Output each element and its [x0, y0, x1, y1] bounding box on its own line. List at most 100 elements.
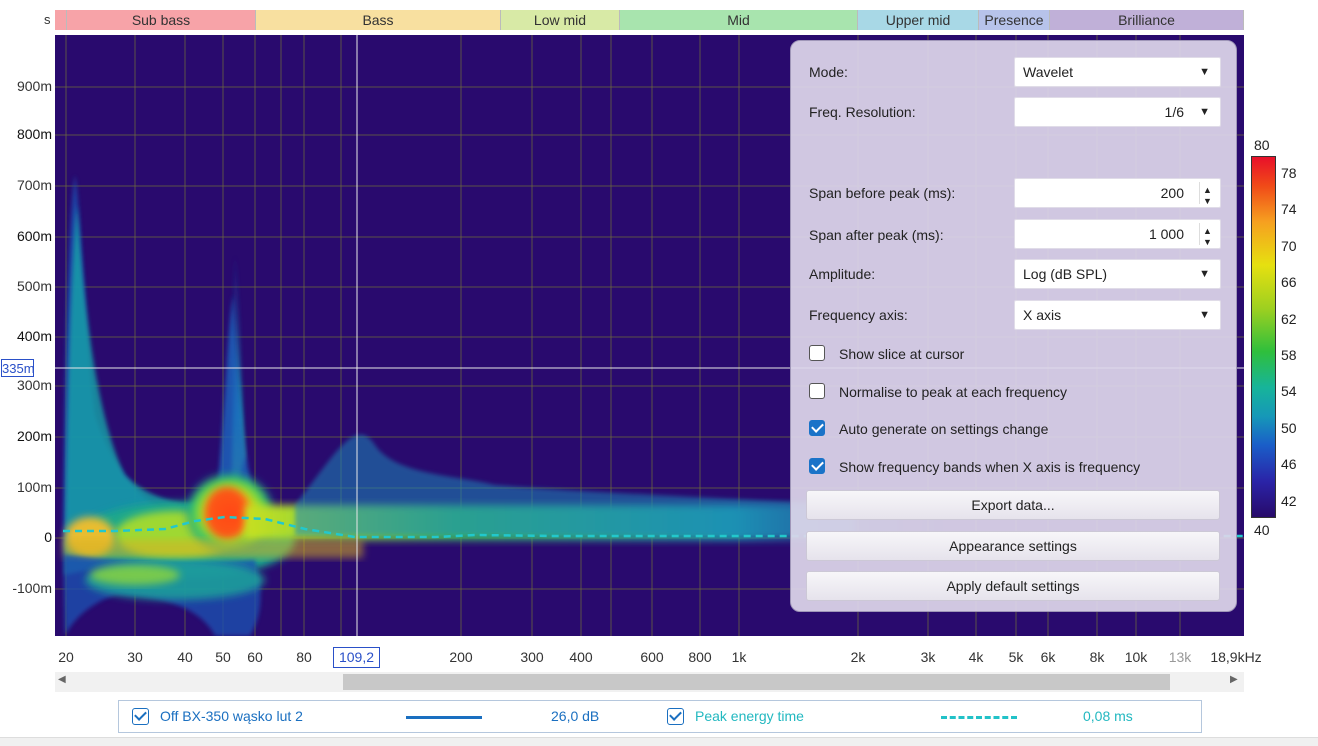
colorbar-tick: 54 [1281, 383, 1297, 400]
span-after-value: 1 000 [1148, 226, 1184, 242]
y-tick-label: 500m [16, 278, 52, 294]
mode-value: Wavelet [1023, 64, 1074, 80]
x-tick-label: 30 [127, 649, 143, 665]
y-tick-label: -100m [12, 580, 52, 596]
span-before-label: Span before peak (ms): [809, 185, 956, 201]
x-tick-label: 1k [731, 649, 747, 665]
band-presence: Presence [979, 10, 1050, 30]
colorbar-tick: 46 [1281, 456, 1297, 473]
band-bass: Bass [256, 10, 501, 30]
appearance-settings-button[interactable]: Appearance settings [806, 531, 1220, 561]
freq-resolution-dropdown[interactable]: 1/6 ▼ [1014, 97, 1221, 127]
span-before-value: 200 [1160, 185, 1184, 201]
series1-checkbox[interactable] [132, 708, 149, 725]
colorbar-tick: 50 [1281, 419, 1297, 436]
scrollbar-thumb[interactable] [343, 674, 1170, 690]
series2-name: Peak energy time [695, 708, 804, 724]
x-tick-label: 3k [920, 649, 936, 665]
scroll-left-icon[interactable]: ◀ [58, 674, 66, 685]
colorbar-min: 40 [1254, 522, 1270, 538]
chevron-down-icon: ▼ [1199, 309, 1210, 321]
y-tick-label: 100m [16, 479, 52, 495]
mode-dropdown[interactable]: Wavelet ▼ [1014, 57, 1221, 87]
checkbox-icon[interactable] [809, 345, 825, 361]
frequency-axis-dropdown[interactable]: X axis ▼ [1014, 300, 1221, 330]
y-tick-label: 300m [16, 377, 52, 393]
series2-value: 0,08 ms [1083, 708, 1133, 724]
y-tick-label: 400m [16, 328, 52, 344]
span-before-spinbox[interactable]: 200 ▲ ▼ [1014, 178, 1221, 208]
x-tick-label: 60 [247, 649, 263, 665]
span-after-label: Span after peak (ms): [809, 227, 944, 243]
x-tick-label: 200 [449, 649, 473, 665]
chevron-down-icon: ▼ [1199, 66, 1210, 78]
x-tick-label: 80 [296, 649, 312, 665]
x-tick-label: 40 [177, 649, 193, 665]
chevron-down-icon: ▼ [1199, 268, 1210, 280]
series2-checkbox[interactable] [667, 708, 684, 725]
x-tick-label: 400 [569, 649, 593, 665]
band-low-mid: Low mid [501, 10, 620, 30]
band-mid: Mid [620, 10, 858, 30]
checkbox-label: Show frequency bands when X axis is freq… [839, 459, 1141, 475]
axis-unit-label: s [44, 12, 51, 27]
y-tick-label: 700m [16, 177, 52, 193]
colorbar-tick: 66 [1281, 274, 1297, 291]
x-tick-label: 2k [850, 649, 866, 665]
y-tick-label: 900m [16, 78, 52, 94]
x-tick-label: 4k [968, 649, 984, 665]
amplitude-label: Amplitude: [809, 266, 876, 282]
freq-resolution-value: 1/6 [1164, 104, 1184, 120]
x-tick-label: 20 [58, 649, 74, 665]
x-tick-label: 300 [520, 649, 544, 665]
colorbar-tick: 74 [1281, 201, 1297, 218]
checkbox-checked-icon[interactable] [809, 458, 825, 474]
band-upper-mid: Upper mid [858, 10, 979, 30]
series1-value: 26,0 dB [551, 708, 600, 724]
y-cursor-readout: 335m [1, 359, 35, 377]
colorbar [1251, 156, 1276, 518]
colorbar-tick: 58 [1281, 347, 1297, 363]
amplitude-dropdown[interactable]: Log (dB SPL) ▼ [1014, 259, 1221, 289]
colorbar-tick: 78 [1281, 165, 1297, 181]
frequency-axis-value: X axis [1023, 307, 1062, 323]
checkbox-label: Show slice at cursor [839, 346, 965, 362]
y-tick-label: 0 [44, 529, 52, 545]
checkbox-label: Auto generate on settings change [839, 421, 1049, 437]
legend-bar: Off BX-350 wąsko lut 2 26,0 dB Peak ener… [118, 700, 1202, 733]
y-tick-label: 600m [16, 228, 52, 244]
spinner-icon[interactable]: ▲ ▼ [1199, 182, 1214, 206]
colorbar-tick: 62 [1281, 310, 1297, 327]
x-tick-label: 13k [1168, 649, 1192, 665]
checkbox-label: Normalise to peak at each frequency [839, 384, 1068, 400]
band-brilliance: Brilliance [1050, 10, 1244, 30]
checkbox-icon[interactable] [809, 383, 825, 399]
x-tick-label: 10k [1124, 649, 1148, 665]
colorbar-tick: 70 [1281, 237, 1297, 254]
spinner-icon[interactable]: ▲ ▼ [1199, 223, 1214, 247]
band-sub-bass: Sub bass [67, 10, 256, 30]
freq-resolution-label: Freq. Resolution: [809, 104, 916, 120]
x-tick-label: 50 [215, 649, 231, 665]
apply-default-settings-button[interactable]: Apply default settings [806, 571, 1220, 601]
series1-line-swatch [406, 716, 482, 719]
spectrogram-window: s Sub bass Bass Low mid Mid Upper mid Presenc… [0, 0, 1318, 746]
amplitude-value: Log (dB SPL) [1023, 266, 1108, 282]
y-tick-label: 200m [16, 428, 52, 444]
x-tick-label: 5k [1008, 649, 1024, 665]
band-sliver [55, 10, 67, 30]
settings-panel: Mode: Wavelet ▼ Freq. Resolution: 1/6 ▼ … [790, 40, 1237, 612]
scroll-right-icon[interactable]: ▶ [1230, 674, 1238, 685]
series2-line-swatch [941, 716, 1017, 719]
colorbar-max: 80 [1254, 137, 1270, 153]
chevron-down-icon: ▼ [1199, 106, 1210, 118]
series1-name: Off BX-350 wąsko lut 2 [160, 708, 303, 724]
x-tick-label: 8k [1089, 649, 1105, 665]
span-after-spinbox[interactable]: 1 000 ▲ ▼ [1014, 219, 1221, 249]
x-tick-label: 600 [640, 649, 664, 665]
y-tick-label: 800m [16, 126, 52, 142]
export-data-button[interactable]: Export data... [806, 490, 1220, 520]
x-tick-label: 6k [1040, 649, 1056, 665]
x-tick-label: 18,9kHz [1210, 649, 1262, 665]
checkbox-checked-icon[interactable] [809, 420, 825, 436]
